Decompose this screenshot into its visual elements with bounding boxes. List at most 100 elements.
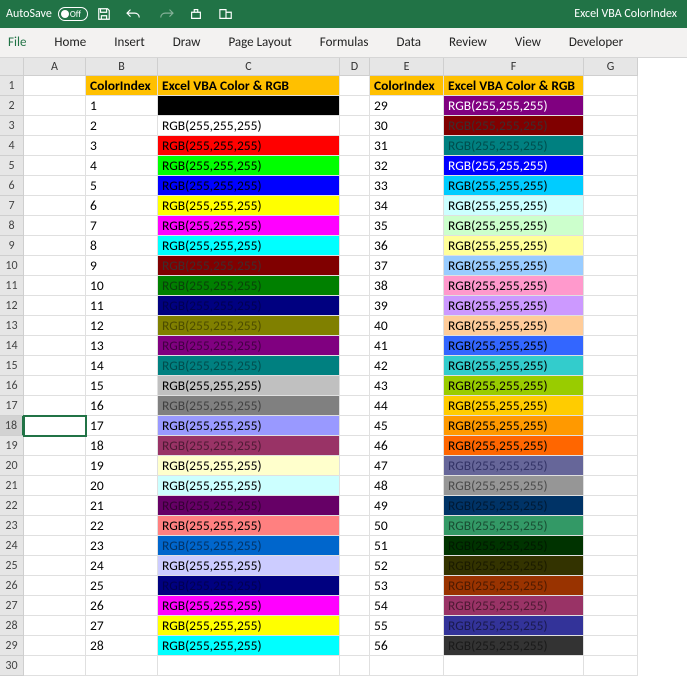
row-header[interactable]: 10 (0, 256, 24, 276)
cell[interactable] (340, 116, 370, 136)
cell[interactable]: RGB(255,255,255) (158, 436, 340, 456)
spreadsheet-grid[interactable]: ABCDEFG1ColorIndexExcel VBA Color & RGBC… (0, 58, 687, 676)
cell[interactable]: RGB(255,255,255) (158, 316, 340, 336)
cell[interactable] (340, 476, 370, 496)
cell[interactable]: RGB(255,255,255) (444, 556, 584, 576)
tab-review[interactable]: Review (449, 35, 487, 50)
cell[interactable] (584, 536, 638, 556)
row-header[interactable]: 4 (0, 136, 24, 156)
row-header[interactable]: 18 (0, 416, 24, 436)
cell[interactable]: 54 (370, 596, 444, 616)
row-header[interactable]: 17 (0, 396, 24, 416)
undo-icon[interactable] (125, 7, 143, 21)
cell[interactable] (24, 656, 86, 676)
cell[interactable] (584, 616, 638, 636)
cell[interactable] (340, 256, 370, 276)
tab-home[interactable]: Home (54, 35, 86, 50)
cell[interactable] (584, 596, 638, 616)
cell[interactable] (584, 316, 638, 336)
cell[interactable]: 36 (370, 236, 444, 256)
tab-file[interactable]: File (8, 35, 26, 50)
cell[interactable] (584, 496, 638, 516)
cell[interactable]: RGB(255,255,255) (444, 236, 584, 256)
cell[interactable]: RGB(255,255,255) (444, 436, 584, 456)
cell[interactable]: RGB(255,255,255) (444, 396, 584, 416)
cell[interactable]: 32 (370, 156, 444, 176)
cell[interactable]: RGB(255,255,255) (444, 476, 584, 496)
cell[interactable]: RGB(255,255,255) (158, 396, 340, 416)
cell[interactable]: 5 (86, 176, 158, 196)
cell[interactable] (86, 656, 158, 676)
cell[interactable]: RGB(255,255,255) (444, 516, 584, 536)
cell[interactable]: 16 (86, 396, 158, 416)
cell[interactable]: 51 (370, 536, 444, 556)
cell[interactable] (340, 156, 370, 176)
cell[interactable] (24, 436, 86, 456)
column-header[interactable]: C (158, 58, 340, 76)
cell[interactable]: 15 (86, 376, 158, 396)
cell[interactable] (340, 536, 370, 556)
cell[interactable]: 45 (370, 416, 444, 436)
cell[interactable]: 44 (370, 396, 444, 416)
cell[interactable]: 8 (86, 236, 158, 256)
cell[interactable] (584, 476, 638, 496)
cell[interactable]: RGB(255,255,255) (444, 356, 584, 376)
row-header[interactable]: 16 (0, 376, 24, 396)
cell[interactable]: RGB(255,255,255) (158, 596, 340, 616)
cell[interactable] (584, 196, 638, 216)
row-header[interactable]: 11 (0, 276, 24, 296)
cell[interactable]: 1 (86, 96, 158, 116)
cell[interactable]: 18 (86, 436, 158, 456)
cell[interactable] (24, 236, 86, 256)
cell[interactable]: 21 (86, 496, 158, 516)
cell[interactable] (340, 136, 370, 156)
cell[interactable]: RGB(255,255,255) (444, 616, 584, 636)
cell[interactable] (340, 516, 370, 536)
cell[interactable]: RGB(255,255,255) (158, 636, 340, 656)
cell[interactable]: ColorIndex (370, 76, 444, 96)
cell[interactable]: ColorIndex (86, 76, 158, 96)
cell[interactable]: 28 (86, 636, 158, 656)
cell[interactable]: 10 (86, 276, 158, 296)
row-header[interactable]: 21 (0, 476, 24, 496)
cell[interactable] (340, 616, 370, 636)
cell[interactable]: 25 (86, 576, 158, 596)
cell[interactable]: 26 (86, 596, 158, 616)
cell[interactable] (584, 376, 638, 396)
cell[interactable]: RGB(255,255,255) (158, 256, 340, 276)
cell[interactable]: RGB(255,255,255) (444, 256, 584, 276)
cell[interactable] (24, 136, 86, 156)
cell[interactable]: RGB(255,255,255) (444, 296, 584, 316)
cell[interactable]: RGB(255,255,255) (158, 516, 340, 536)
cell[interactable] (584, 576, 638, 596)
tab-data[interactable]: Data (397, 35, 422, 50)
cell[interactable]: RGB(255,255,255) (158, 496, 340, 516)
cell[interactable] (24, 616, 86, 636)
cell[interactable]: 3 (86, 136, 158, 156)
cell[interactable]: 30 (370, 116, 444, 136)
cell[interactable] (340, 196, 370, 216)
cell[interactable] (584, 176, 638, 196)
tab-formulas[interactable]: Formulas (320, 35, 369, 50)
cell[interactable]: RGB(255,255,255) (158, 176, 340, 196)
cell[interactable] (24, 316, 86, 336)
tab-insert[interactable]: Insert (114, 35, 145, 50)
row-header[interactable]: 20 (0, 456, 24, 476)
cell[interactable] (584, 336, 638, 356)
cell[interactable] (370, 656, 444, 676)
cell[interactable]: 48 (370, 476, 444, 496)
cell[interactable] (340, 376, 370, 396)
cell[interactable] (340, 316, 370, 336)
cell[interactable] (340, 596, 370, 616)
cell[interactable]: 40 (370, 316, 444, 336)
cell[interactable]: RGB(255,255,255) (444, 96, 584, 116)
cell[interactable] (24, 276, 86, 296)
cell[interactable] (584, 656, 638, 676)
cell[interactable]: 9 (86, 256, 158, 276)
cell[interactable] (340, 496, 370, 516)
cell[interactable] (584, 76, 638, 96)
row-header[interactable]: 23 (0, 516, 24, 536)
cell[interactable] (584, 516, 638, 536)
cell[interactable]: RGB(255,255,255) (158, 376, 340, 396)
save-icon[interactable] (97, 7, 111, 21)
